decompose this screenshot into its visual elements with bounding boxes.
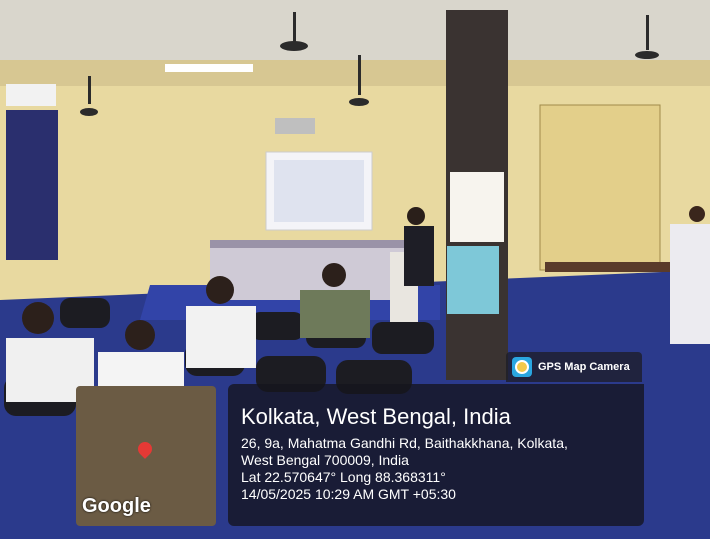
window-curtain xyxy=(6,110,58,260)
address-line-1: 26, 9a, Mahatma Gandhi Rd, Baithakkhana,… xyxy=(241,435,568,451)
tube-light xyxy=(165,64,253,72)
map-brand-label: Google xyxy=(82,495,151,517)
air-conditioner xyxy=(6,84,56,106)
location-title: Kolkata, West Bengal, India xyxy=(241,404,511,429)
map-pin-icon xyxy=(135,439,155,459)
standing-person-head xyxy=(689,206,705,222)
poster-bottom xyxy=(447,246,499,314)
address-line-2: West Bengal 700009, India xyxy=(241,452,409,468)
app-label: GPS Map Camera xyxy=(538,361,630,373)
poster-top xyxy=(450,172,504,242)
projected-slide xyxy=(274,160,364,222)
timestamp: 14/05/2025 10:29 AM GMT +05:30 xyxy=(241,486,456,502)
coordinates: Lat 22.570647° Long 88.368311° xyxy=(241,469,446,485)
speaker-head xyxy=(407,207,425,225)
side-table xyxy=(545,262,675,272)
map-thumbnail: Google xyxy=(76,386,216,526)
doorway xyxy=(539,104,661,271)
gps-camera-badge: GPS Map Camera xyxy=(506,352,642,382)
ceiling-beam xyxy=(0,60,710,86)
projector xyxy=(275,118,315,134)
standing-person xyxy=(670,224,710,344)
location-info-panel: Kolkata, West Bengal, India 26, 9a, Maha… xyxy=(228,384,644,526)
speaker-body xyxy=(404,226,434,286)
camera-app-icon xyxy=(512,357,532,377)
